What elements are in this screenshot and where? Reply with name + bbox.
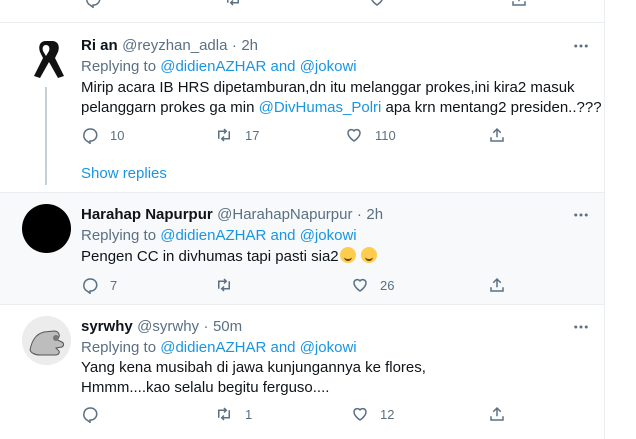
tweet-reply-3[interactable]: syrwhy @syrwhy · 50m Replying to @didien… (0, 305, 604, 439)
show-replies-link[interactable]: Show replies (81, 165, 167, 182)
mention-link[interactable]: @didienAZHAR (160, 58, 266, 75)
mention-link[interactable]: @jokowi (300, 339, 357, 356)
display-name[interactable]: Ri an (81, 37, 118, 54)
avatar[interactable] (22, 204, 71, 253)
replying-prefix: Replying to (81, 227, 161, 244)
tweet-text-line: Pengen CC in divhumas tapi pasti sia2 (81, 248, 339, 265)
replying-to: Replying to @didienAZHAR and @jokowi (81, 227, 357, 244)
mention-link[interactable]: @jokowi (300, 58, 357, 75)
more-options-icon[interactable] (572, 206, 590, 224)
display-name[interactable]: syrwhy (81, 318, 133, 335)
retweet-icon[interactable] (215, 405, 233, 423)
mention-link[interactable]: @DivHumas_Polri (259, 99, 382, 116)
like-icon[interactable] (351, 276, 369, 294)
user-handle[interactable]: @reyzhan_adla (122, 37, 227, 54)
mention-link[interactable]: @didienAZHAR (160, 227, 266, 244)
replying-to: Replying to @didienAZHAR and @jokowi (81, 58, 357, 75)
timestamp[interactable]: 2h (241, 37, 258, 54)
reply-icon[interactable] (81, 126, 99, 144)
separator-dot: · (356, 206, 362, 223)
more-options-icon[interactable] (572, 318, 590, 336)
tweet-text-line: Yang kena musibah di jawa kunjungannya k… (81, 359, 426, 376)
tweet-reply-2[interactable]: Harahap Napurpur @HarahapNapurpur · 2h R… (0, 193, 604, 304)
user-handle[interactable]: @HarahapNapurpur (217, 206, 352, 223)
retweet-icon[interactable] (215, 276, 233, 294)
tweet-text-line: Mirip acara IB HRS dipetamburan,dn itu m… (81, 79, 575, 96)
share-icon[interactable] (488, 405, 506, 423)
like-icon[interactable] (368, 0, 386, 8)
tweet-text-segment: apa krn mentang2 presiden..??? (381, 99, 602, 116)
tweet-text: Pengen CC in divhumas tapi pasti sia2 (81, 247, 377, 267)
tweet-header: Ri an @reyzhan_adla · 2h (81, 37, 258, 55)
hand-over-mouth-emoji-icon (339, 247, 356, 263)
tweet-header: Harahap Napurpur @HarahapNapurpur · 2h (81, 206, 383, 224)
separator-dot: · (203, 318, 209, 335)
share-icon[interactable] (488, 276, 506, 294)
separator-dot: · (231, 37, 237, 54)
tweet-text: Mirip acara IB HRS dipetamburan,dn itu m… (81, 78, 602, 118)
replying-and[interactable]: and (266, 339, 299, 356)
like-count: 110 (375, 128, 396, 143)
reply-count: 7 (110, 278, 118, 293)
avatar[interactable] (22, 316, 71, 365)
share-icon[interactable] (488, 126, 506, 144)
like-icon[interactable] (345, 126, 363, 144)
timestamp[interactable]: 50m (213, 318, 242, 335)
timestamp[interactable]: 2h (366, 206, 383, 223)
display-name[interactable]: Harahap Napurpur (81, 206, 213, 223)
avatar[interactable] (22, 35, 71, 84)
retweet-icon[interactable] (215, 126, 233, 144)
tweet-text: Yang kena musibah di jawa kunjungannya k… (81, 358, 426, 398)
hand-over-mouth-emoji-icon (360, 247, 377, 263)
reply-icon[interactable] (81, 405, 99, 423)
tweet-reply-1[interactable]: Ri an @reyzhan_adla · 2h Replying to @di… (0, 23, 604, 192)
share-icon[interactable] (510, 0, 528, 8)
like-count: 12 (380, 407, 395, 422)
retweet-count: 1 (245, 407, 253, 422)
timeline-column: Ri an @reyzhan_adla · 2h Replying to @di… (0, 0, 605, 439)
replying-prefix: Replying to (81, 339, 161, 356)
tweet-header: syrwhy @syrwhy · 50m (81, 318, 242, 336)
replying-prefix: Replying to (81, 58, 161, 75)
tweet-text-line: Hmmm....kao selalu begitu ferguso.... (81, 379, 330, 396)
tweet-text-line: pelanggarn prokes ga min @DivHumas_Polri… (81, 98, 602, 118)
replying-to: Replying to @didienAZHAR and @jokowi (81, 339, 357, 356)
thread-line (45, 87, 47, 185)
replying-and[interactable]: and (266, 58, 299, 75)
like-icon[interactable] (351, 405, 369, 423)
mention-link[interactable]: @didienAZHAR (160, 339, 266, 356)
reply-count: 10 (110, 128, 125, 143)
more-options-icon[interactable] (572, 37, 590, 55)
retweet-icon[interactable] (224, 0, 242, 8)
reply-icon[interactable] (84, 0, 102, 8)
tweet-text-segment: pelanggarn prokes ga min (81, 99, 259, 116)
user-handle[interactable]: @syrwhy (137, 318, 199, 335)
replying-and[interactable]: and (266, 227, 299, 244)
like-count: 26 (380, 278, 395, 293)
mention-link[interactable]: @jokowi (300, 227, 357, 244)
retweet-count: 17 (245, 128, 260, 143)
reply-icon[interactable] (81, 276, 99, 294)
